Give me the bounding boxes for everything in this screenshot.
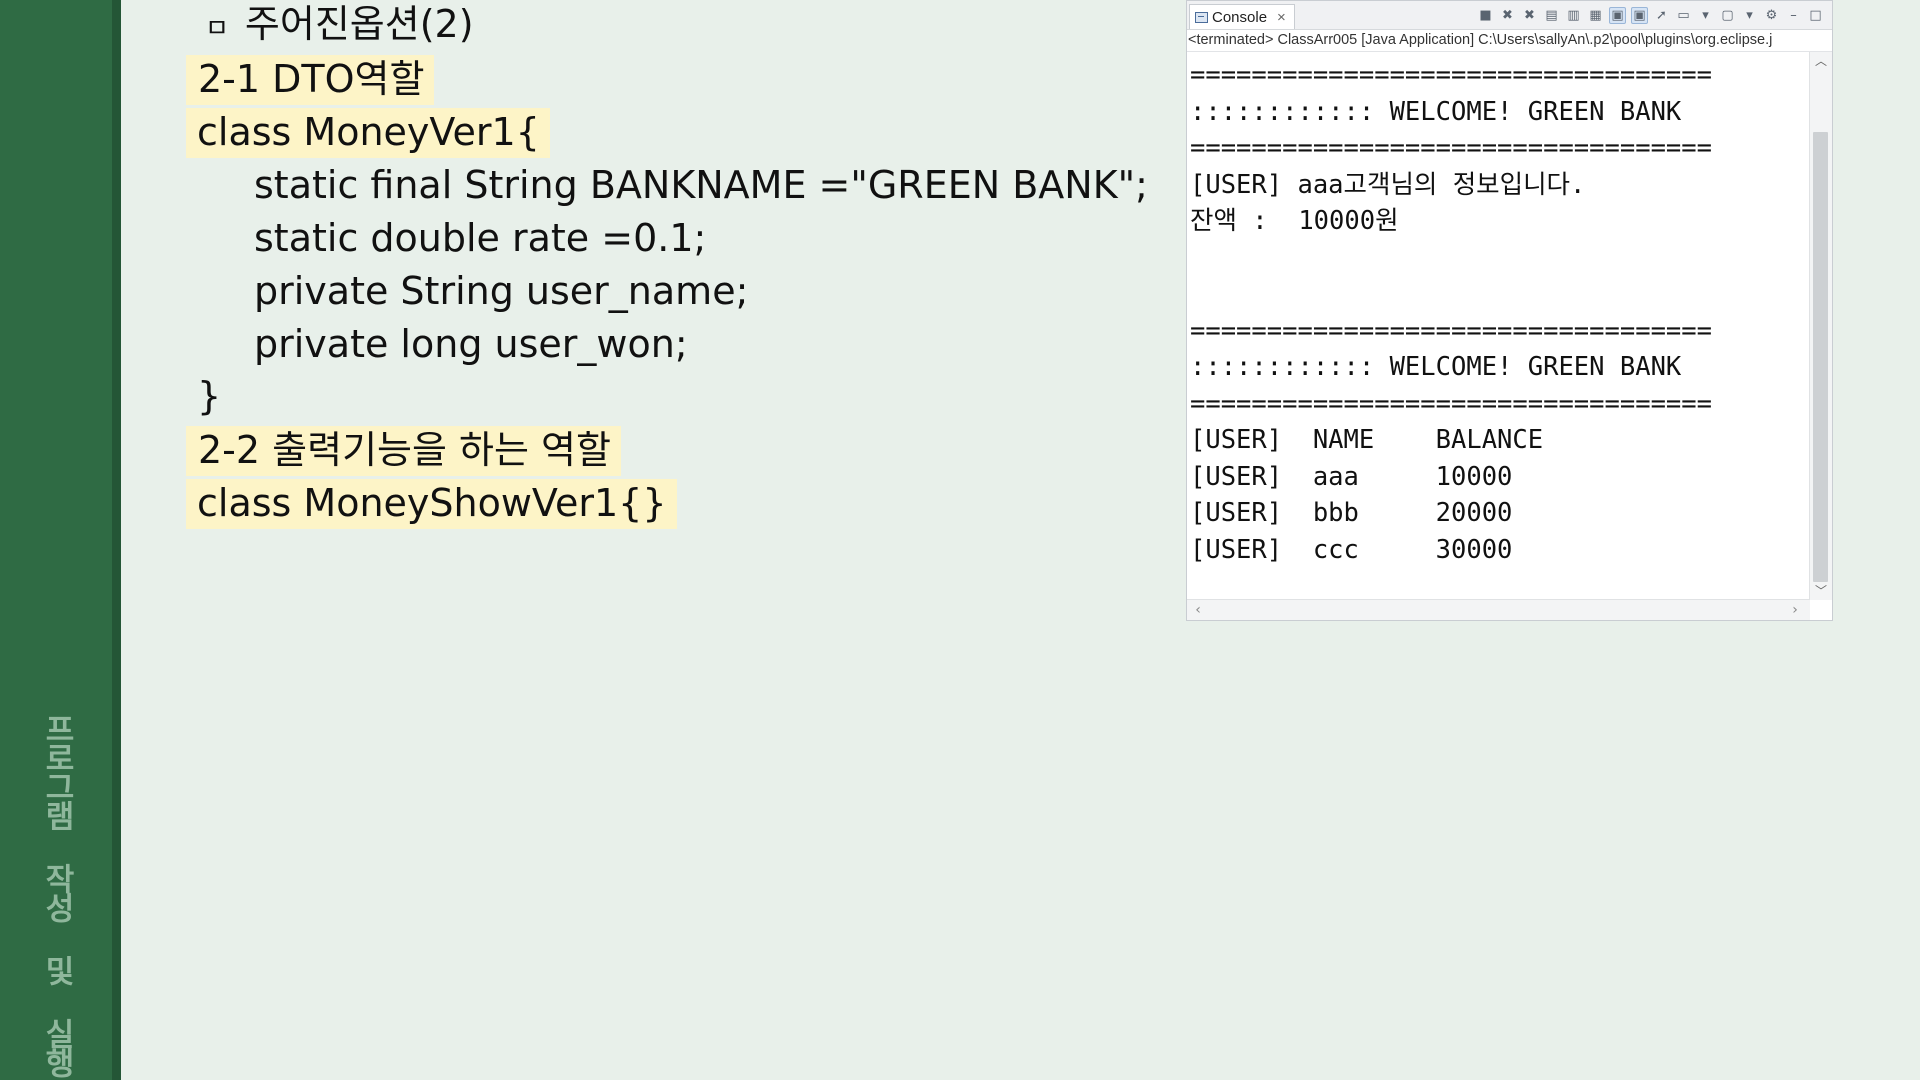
heading-bullet: ㅁ bbox=[205, 14, 229, 44]
heading-text: 주어진옵션(2) bbox=[244, 2, 474, 46]
section2-title: 2-2 출력기능을 하는 역할 bbox=[186, 426, 621, 476]
maximize-icon[interactable]: □ bbox=[1807, 7, 1824, 24]
output-line: ================================== bbox=[1190, 315, 1712, 346]
output-line: [USER] aaa 10000 bbox=[1190, 461, 1513, 492]
remove-launch-icon[interactable]: ✖ bbox=[1499, 7, 1516, 24]
open-console-icon[interactable]: ▢ bbox=[1719, 7, 1736, 24]
section2-title-text: 2-2 출력기능을 하는 역할 bbox=[186, 426, 621, 476]
output-line: ================================== bbox=[1190, 133, 1712, 163]
output-line: [USER] bbb 20000 bbox=[1190, 498, 1513, 528]
output-line: [USER] NAME BALANCE bbox=[1190, 425, 1544, 455]
vertical-scrollbar[interactable]: ︿ ﹀ bbox=[1809, 52, 1832, 600]
class1-close: } bbox=[197, 374, 222, 418]
tab-console[interactable]: Console × bbox=[1189, 4, 1295, 29]
chevron-down-icon[interactable]: ▾ bbox=[1697, 7, 1714, 24]
console-icon bbox=[1195, 11, 1208, 23]
field-line: private String user_name; bbox=[254, 269, 749, 313]
heading: ㅁ 주어진옵션(2) bbox=[205, 2, 474, 48]
tab-console-label: Console bbox=[1212, 8, 1268, 26]
class1-open-text: class MoneyVer1{ bbox=[186, 108, 550, 158]
class2: class MoneyShowVer1{} bbox=[186, 479, 677, 529]
scroll-down-icon[interactable]: ﹀ bbox=[1810, 582, 1832, 600]
section1-title: 2-1 DTO역할 bbox=[186, 55, 435, 105]
remove-all-icon[interactable]: ✖ bbox=[1521, 7, 1538, 24]
output-line: 잔액 : 10000원 bbox=[1190, 206, 1399, 236]
output-line: [USER] ccc 30000 bbox=[1190, 534, 1513, 565]
console-panel: Console × ■ ✖ ✖ ▤ ▥ ▦ ▣ ▣ ➚ ▭ ▾ ▢ ▾ ⚙ – … bbox=[1186, 0, 1833, 621]
scrollbar-thumb[interactable] bbox=[1813, 132, 1828, 582]
horizontal-scrollbar[interactable]: ‹ › bbox=[1187, 599, 1810, 620]
output-line: :::::::::::: WELCOME! GREEN BANK bbox=[1190, 352, 1682, 382]
class1-open: class MoneyVer1{ bbox=[186, 108, 550, 158]
console-tabbar: Console × ■ ✖ ✖ ▤ ▥ ▦ ▣ ▣ ➚ ▭ ▾ ▢ ▾ ⚙ – … bbox=[1187, 1, 1832, 30]
display-selected-icon[interactable]: ▭ bbox=[1675, 7, 1692, 24]
output-line: ================================== bbox=[1190, 60, 1712, 90]
field-line: private long user_won; bbox=[254, 322, 688, 366]
console-status: <terminated> ClassArr005 [Java Applicati… bbox=[1187, 29, 1832, 52]
pin-console-icon[interactable]: ➚ bbox=[1653, 7, 1670, 24]
show-on-stdout-icon[interactable]: ▣ bbox=[1609, 6, 1626, 24]
view-menu-icon[interactable]: ⚙ bbox=[1763, 7, 1780, 24]
word-wrap-icon[interactable]: ▦ bbox=[1587, 7, 1604, 24]
scroll-lock-icon[interactable]: ▥ bbox=[1565, 7, 1582, 24]
show-on-stderr-icon[interactable]: ▣ bbox=[1631, 6, 1648, 24]
scroll-up-icon[interactable]: ︿ bbox=[1810, 52, 1832, 70]
scroll-left-icon[interactable]: ‹ bbox=[1189, 600, 1207, 620]
minimize-icon[interactable]: – bbox=[1785, 7, 1802, 24]
field-line: static double rate =0.1; bbox=[254, 216, 707, 260]
console-output: ================================== :::::… bbox=[1187, 52, 1810, 600]
field-line: static final String BANKNAME ="GREEN BAN… bbox=[254, 163, 1148, 207]
sidebar-edge bbox=[112, 0, 121, 1080]
section1-title-text: 2-1 DTO역할 bbox=[186, 55, 435, 105]
close-icon[interactable]: × bbox=[1277, 9, 1286, 26]
clear-console-icon[interactable]: ▤ bbox=[1543, 7, 1560, 24]
terminate-icon[interactable]: ■ bbox=[1477, 7, 1494, 24]
console-toolbar: ■ ✖ ✖ ▤ ▥ ▦ ▣ ▣ ➚ ▭ ▾ ▢ ▾ ⚙ – □ bbox=[1477, 5, 1824, 25]
output-line: ================================== bbox=[1190, 388, 1712, 419]
output-line: [USER] aaa고객님의 정보입니다. bbox=[1190, 169, 1586, 200]
scroll-right-icon[interactable]: › bbox=[1786, 600, 1804, 620]
sidebar-title: 프로그램 작성 및 실행 bbox=[38, 713, 75, 1076]
output-line: :::::::::::: WELCOME! GREEN BANK bbox=[1190, 96, 1682, 127]
class2-text: class MoneyShowVer1{} bbox=[186, 479, 677, 529]
chevron-down-icon[interactable]: ▾ bbox=[1741, 7, 1758, 24]
